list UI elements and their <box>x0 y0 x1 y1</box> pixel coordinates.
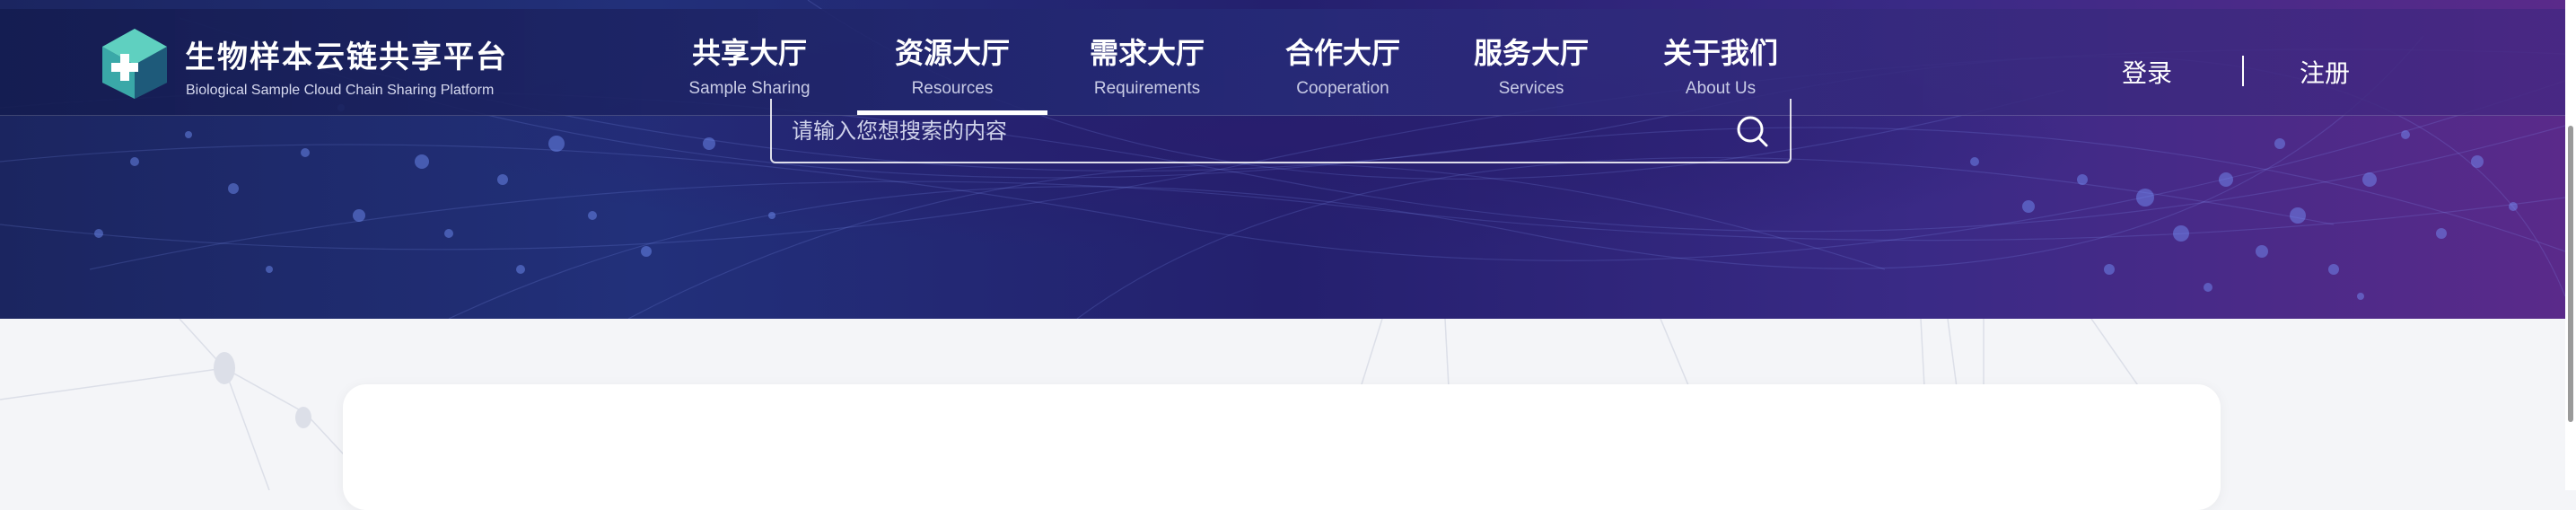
nav-label-en: Resources <box>911 79 994 98</box>
cube-plus-logo-icon[interactable] <box>99 27 171 101</box>
nav-label-cn: 共享大厅 <box>691 37 807 69</box>
nav-label-cn: 关于我们 <box>1662 37 1778 69</box>
auth-divider <box>2242 56 2244 86</box>
nav-label-cn: 需求大厅 <box>1089 37 1205 69</box>
nav-label-en: About Us <box>1685 79 1757 98</box>
nav-label-en: Sample Sharing <box>688 79 810 98</box>
scrollbar-thumb[interactable] <box>2568 126 2573 422</box>
brand-name[interactable]: 生物样本云链共享平台 <box>185 32 508 76</box>
brand-subtitle: Biological Sample Cloud Chain Sharing Pl… <box>186 83 495 98</box>
nav-label-en: Requirements <box>1093 79 1201 98</box>
search-input[interactable]: 请输入您想搜索的内容 <box>792 113 1007 145</box>
register-link[interactable]: 注册 <box>2300 54 2350 90</box>
nav-label-en: Cooperation <box>1296 79 1389 98</box>
nav-label-cn: 服务大厅 <box>1473 37 1589 69</box>
login-link[interactable]: 登录 <box>2122 54 2172 90</box>
search-box[interactable]: 请输入您想搜索的内容 <box>770 99 1792 163</box>
nav-label-cn: 合作大厅 <box>1284 37 1400 69</box>
nav-label-cn: 资源大厅 <box>894 37 1010 69</box>
nav-label-en: Services <box>1498 79 1564 98</box>
search-icon[interactable] <box>1734 113 1770 149</box>
content-card <box>343 384 2221 510</box>
